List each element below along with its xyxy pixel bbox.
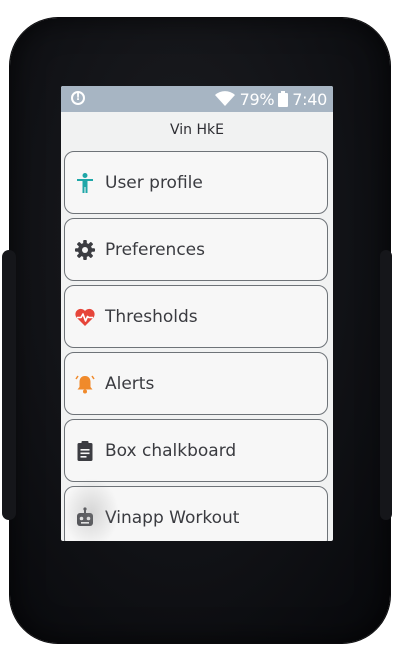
menu-item-label: User profile — [105, 172, 203, 193]
menu-item-label: Alerts — [105, 373, 155, 394]
clipboard-icon — [77, 440, 93, 461]
device-side-grip-left — [2, 250, 16, 520]
bell-icon — [75, 375, 95, 393]
menu-item-user-profile[interactable]: User profile — [64, 151, 328, 214]
clock-time: 7:40 — [292, 89, 327, 109]
menu-item-box-chalkboard[interactable]: Box chalkboard — [64, 419, 328, 482]
battery-icon — [278, 91, 289, 107]
menu-item-label: Box chalkboard — [105, 440, 237, 461]
device-side-grip-right — [380, 250, 392, 520]
gear-icon — [75, 239, 95, 260]
menu-item-vinapp-workout[interactable]: Vinapp Workout — [64, 486, 328, 541]
menu-item-alerts[interactable]: Alerts — [64, 352, 328, 415]
menu-item-label: Preferences — [105, 239, 205, 260]
person-icon — [77, 172, 93, 193]
menu-item-label: Vinapp Workout — [105, 507, 240, 528]
status-bar: ! 79% 7:40 — [61, 86, 333, 112]
battery-percent: 79% — [239, 89, 275, 109]
menu-item-thresholds[interactable]: Thresholds — [64, 285, 328, 348]
menu-item-preferences[interactable]: Preferences — [64, 218, 328, 281]
menu-item-label: Thresholds — [105, 306, 198, 327]
info-circle-icon: ! — [71, 91, 85, 105]
heart-pulse-icon — [75, 308, 95, 326]
wifi-icon — [214, 91, 235, 106]
screen-title: Vin HkE — [170, 122, 224, 138]
device-screen: ! 79% 7:40 Vin HkE User profile Preferen… — [61, 86, 333, 541]
robot-icon — [77, 506, 93, 526]
status-indicators: 79% 7:40 — [214, 89, 327, 109]
